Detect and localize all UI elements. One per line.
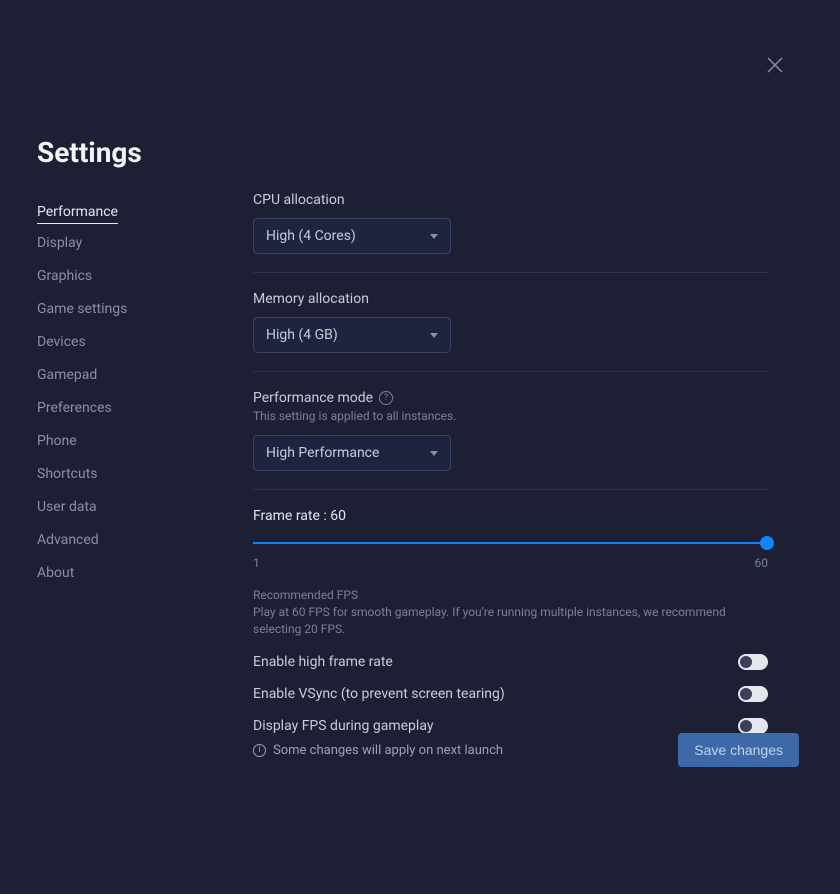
footer: i Some changes will apply on next launch…: [253, 733, 799, 767]
performance-mode-note: This setting is applied to all instances…: [253, 409, 768, 423]
sidebar-item-graphics[interactable]: Graphics: [37, 262, 207, 290]
memory-allocation-value: High (4 GB): [266, 327, 338, 343]
settings-window: Settings Performance Display Graphics Ga…: [0, 0, 840, 894]
chevron-down-icon: [430, 451, 438, 456]
toggle-knob: [740, 688, 752, 700]
sidebar-item-gamepad[interactable]: Gamepad: [37, 361, 207, 389]
sidebar: Performance Display Graphics Game settin…: [37, 198, 207, 592]
save-button[interactable]: Save changes: [678, 733, 799, 767]
enable-high-frame-rate-label: Enable high frame rate: [253, 654, 393, 670]
cpu-allocation-value: High (4 Cores): [266, 228, 356, 244]
frame-rate-max: 60: [755, 556, 769, 570]
sidebar-item-performance[interactable]: Performance: [37, 198, 118, 224]
sidebar-item-about[interactable]: About: [37, 559, 207, 587]
enable-vsync-label: Enable VSync (to prevent screen tearing): [253, 686, 505, 702]
frame-rate-slider[interactable]: [253, 536, 768, 550]
recommended-fps-desc: Play at 60 FPS for smooth gameplay. If y…: [253, 604, 768, 638]
chevron-down-icon: [430, 333, 438, 338]
divider: [253, 489, 768, 490]
memory-allocation-select[interactable]: High (4 GB): [253, 317, 451, 353]
toggle-knob: [740, 720, 752, 732]
footer-info: Some changes will apply on next launch: [273, 743, 503, 758]
performance-mode-select[interactable]: High Performance: [253, 435, 451, 471]
sidebar-item-advanced[interactable]: Advanced: [37, 526, 207, 554]
divider: [253, 371, 768, 372]
slider-thumb[interactable]: [760, 536, 774, 550]
enable-vsync-toggle[interactable]: [738, 686, 768, 702]
display-fps-toggle[interactable]: [738, 718, 768, 734]
sidebar-item-game-settings[interactable]: Game settings: [37, 295, 207, 323]
cpu-allocation-select[interactable]: High (4 Cores): [253, 218, 451, 254]
content-panel: CPU allocation High (4 Cores) Memory all…: [253, 192, 768, 734]
memory-allocation-label: Memory allocation: [253, 291, 768, 307]
help-icon[interactable]: ?: [379, 391, 393, 405]
performance-mode-value: High Performance: [266, 445, 379, 461]
frame-rate-label: Frame rate : 60: [253, 508, 768, 524]
close-icon[interactable]: [766, 56, 784, 74]
sidebar-item-user-data[interactable]: User data: [37, 493, 207, 521]
info-icon: i: [253, 744, 266, 757]
recommended-fps-title: Recommended FPS: [253, 588, 768, 602]
sidebar-item-shortcuts[interactable]: Shortcuts: [37, 460, 207, 488]
divider: [253, 272, 768, 273]
cpu-allocation-label: CPU allocation: [253, 192, 768, 208]
slider-track-line: [253, 542, 768, 544]
sidebar-item-devices[interactable]: Devices: [37, 328, 207, 356]
sidebar-item-display[interactable]: Display: [37, 229, 207, 257]
sidebar-item-preferences[interactable]: Preferences: [37, 394, 207, 422]
page-title: Settings: [37, 136, 142, 169]
toggle-knob: [740, 656, 752, 668]
performance-mode-label: Performance mode: [253, 390, 373, 406]
display-fps-label: Display FPS during gameplay: [253, 718, 433, 734]
enable-high-frame-rate-toggle[interactable]: [738, 654, 768, 670]
chevron-down-icon: [430, 234, 438, 239]
frame-rate-min: 1: [253, 556, 260, 570]
sidebar-item-phone[interactable]: Phone: [37, 427, 207, 455]
